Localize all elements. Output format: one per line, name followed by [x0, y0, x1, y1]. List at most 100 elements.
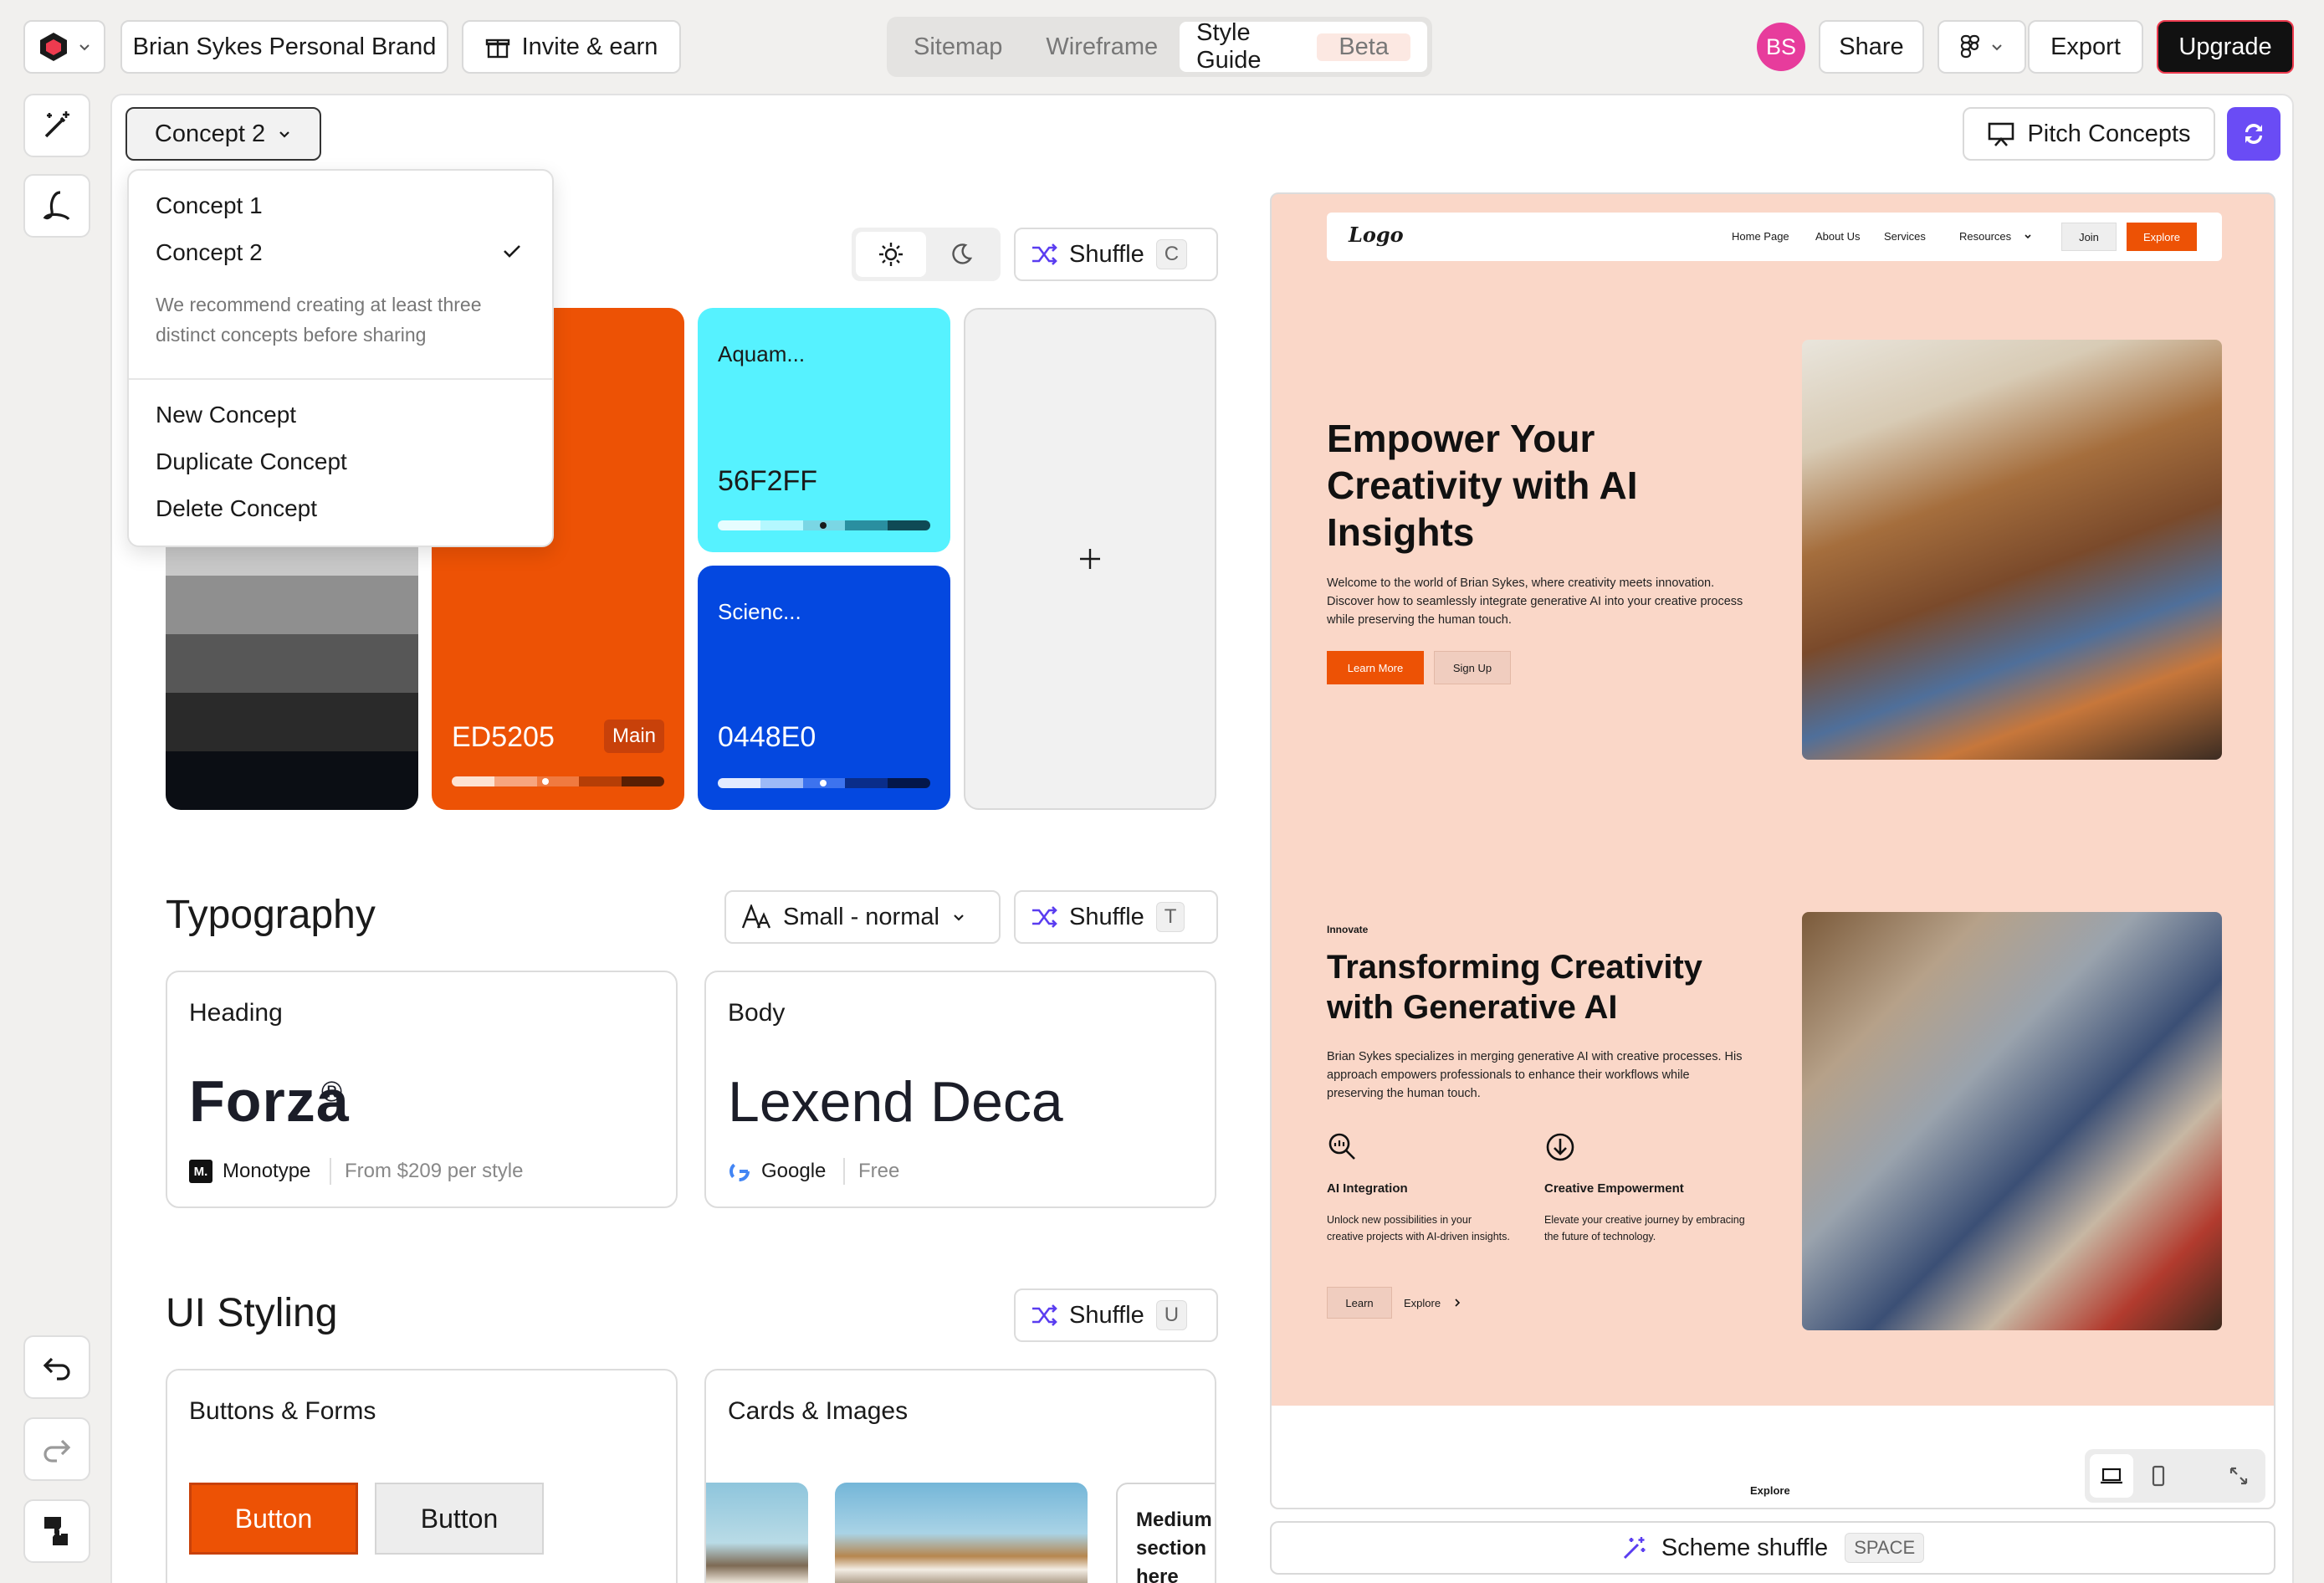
- preview-learn-label: Learn: [1345, 1296, 1374, 1309]
- preview-logo: Logo: [1349, 223, 1404, 247]
- tab-wireframe[interactable]: Wireframe: [1024, 33, 1180, 61]
- undo-button[interactable]: [23, 1335, 90, 1399]
- redo-icon: [44, 1439, 71, 1463]
- mobile-view-button[interactable]: [2137, 1454, 2180, 1498]
- preview-explore-link[interactable]: Explore: [1404, 1297, 1441, 1309]
- preview-sign-up-button[interactable]: Sign Up: [1434, 651, 1511, 684]
- heading-price: From $209 per style: [345, 1160, 524, 1182]
- heading-font-mark: ®: [321, 1076, 343, 1108]
- heading-font-card[interactable]: Heading Forza ® M. Monotype From $209 pe…: [166, 971, 678, 1208]
- sample-secondary-button[interactable]: Button: [375, 1483, 544, 1555]
- undo-icon: [43, 1357, 70, 1381]
- concept-select-value: Concept 2: [154, 120, 266, 147]
- preview-sign-up-label: Sign Up: [1452, 661, 1492, 674]
- aqua-hex: 56F2FF: [718, 465, 818, 497]
- sample-primary-button[interactable]: Button: [189, 1483, 358, 1555]
- sun-icon: [879, 243, 903, 266]
- invite-label: Invite & earn: [521, 33, 658, 60]
- aqua-shade-bar: [718, 520, 930, 530]
- main-badge: Main: [604, 720, 665, 753]
- chevron-down-icon: [954, 914, 964, 921]
- preview-explore-button[interactable]: Explore: [2127, 223, 2197, 251]
- preview-learn-button[interactable]: Learn: [1327, 1287, 1392, 1319]
- cube-logo-icon: [40, 33, 67, 61]
- body-font-name: Lexend Deca: [728, 1070, 1063, 1134]
- project-name-button[interactable]: Brian Sykes Personal Brand: [120, 20, 448, 74]
- buttons-forms-card[interactable]: Buttons & Forms Button Button: [166, 1369, 678, 1583]
- shuffle-icon: [1032, 1304, 1057, 1326]
- menu-item-concept-1[interactable]: Concept 1: [156, 192, 263, 219]
- scheme-shuffle-key: SPACE: [1845, 1533, 1925, 1563]
- redo-button[interactable]: [23, 1417, 90, 1481]
- preview-navbar: Logo Home Page About Us Services Resourc…: [1327, 213, 2222, 261]
- refresh-icon: [2245, 124, 2262, 144]
- fullscreen-button[interactable]: [2217, 1454, 2260, 1498]
- aquamarine-swatch[interactable]: Aquam... 56F2FF: [698, 308, 950, 552]
- pitch-label: Pitch Concepts: [2027, 120, 2191, 147]
- upgrade-button[interactable]: Upgrade: [2157, 20, 2294, 74]
- cards-images-card[interactable]: Cards & Images Medium section here: [704, 1369, 1216, 1583]
- magnify-chart-icon: [1328, 1133, 1355, 1160]
- preview-section-image: [1802, 912, 2222, 1330]
- preview-nav-resources[interactable]: Resources: [1959, 230, 2011, 243]
- chevron-down-icon: [2025, 234, 2031, 239]
- sample-image-mountain: [835, 1483, 1088, 1583]
- ui-styling-title: UI Styling: [166, 1291, 338, 1335]
- tab-style-guide[interactable]: Style Guide Beta: [1180, 19, 1427, 74]
- scheme-shuffle-button[interactable]: Scheme shuffle SPACE: [1270, 1521, 2275, 1575]
- desktop-view-button[interactable]: [2090, 1454, 2133, 1498]
- delete-concept-item[interactable]: Delete Concept: [156, 495, 317, 522]
- regenerate-button[interactable]: [2227, 107, 2280, 161]
- preview-nav-about[interactable]: About Us: [1815, 230, 1860, 243]
- type-size-select[interactable]: Small - normal: [724, 890, 1001, 944]
- chevron-down-icon: [279, 131, 289, 138]
- typography-tool-button[interactable]: [23, 174, 90, 238]
- dark-mode-button[interactable]: [926, 232, 996, 277]
- download-circle-icon: [1546, 1133, 1574, 1161]
- magic-edit-button[interactable]: [23, 94, 90, 157]
- ui-shuffle-key: U: [1155, 1300, 1188, 1330]
- preview-hero-title: Empower Your Creativity with AI Insights: [1327, 417, 1638, 554]
- duplicate-concept-item[interactable]: Duplicate Concept: [156, 448, 347, 475]
- checkmark-icon: [504, 245, 520, 258]
- typography-shuffle-label: Shuffle: [1069, 903, 1144, 930]
- light-mode-button[interactable]: [856, 232, 926, 277]
- upgrade-label: Upgrade: [2178, 33, 2272, 60]
- preview-learn-more-button[interactable]: Learn More: [1327, 651, 1424, 684]
- preview-nav-home[interactable]: Home Page: [1732, 230, 1789, 243]
- science-blue-swatch[interactable]: Scienc... 0448E0: [698, 566, 950, 810]
- view-tabs: Sitemap Wireframe Style Guide Beta: [887, 17, 1432, 77]
- pitch-concepts-button[interactable]: Pitch Concepts: [1963, 107, 2215, 161]
- feedback-button[interactable]: [23, 1499, 90, 1563]
- concept-select[interactable]: Concept 2: [125, 107, 321, 161]
- preview-nav-services[interactable]: Services: [1884, 230, 1926, 243]
- menu-item-concept-2[interactable]: Concept 2: [156, 239, 263, 266]
- ui-shuffle-label: Shuffle: [1069, 1301, 1144, 1329]
- preview-join-button[interactable]: Join: [2061, 223, 2117, 251]
- app-menu-button[interactable]: [23, 20, 105, 74]
- sample-primary-label: Button: [234, 1503, 313, 1534]
- preview-explore-label: Explore: [2142, 230, 2181, 243]
- avatar[interactable]: BS: [1757, 23, 1805, 71]
- typography-shuffle-button[interactable]: Shuffle T: [1014, 890, 1218, 944]
- menu-divider: [129, 378, 552, 380]
- figma-export-button[interactable]: [1938, 20, 2026, 74]
- sample-card-text: Medium section here: [1136, 1509, 1212, 1583]
- export-button[interactable]: Export: [2028, 20, 2143, 74]
- add-color-button[interactable]: [964, 308, 1216, 810]
- magic-wand-icon: [1623, 1537, 1646, 1560]
- ui-shuffle-button[interactable]: Shuffle U: [1014, 1288, 1218, 1342]
- invite-button[interactable]: Invite & earn: [462, 20, 681, 74]
- science-shade-bar: [718, 778, 930, 788]
- tab-sitemap[interactable]: Sitemap: [892, 33, 1024, 61]
- body-font-card[interactable]: Body Lexend Deca Google Free: [704, 971, 1216, 1208]
- color-shuffle-button[interactable]: Shuffle C: [1014, 228, 1218, 281]
- shuffle-icon: [1032, 906, 1057, 928]
- new-concept-item[interactable]: New Concept: [156, 402, 296, 428]
- share-button[interactable]: Share: [1819, 20, 1924, 74]
- preview-feature2-title: Creative Empowerment: [1544, 1181, 1684, 1196]
- science-hex: 0448E0: [718, 721, 816, 753]
- website-preview: Logo Home Page About Us Services Resourc…: [1270, 192, 2275, 1509]
- beta-badge: Beta: [1317, 33, 1410, 61]
- chevron-down-icon: [79, 44, 90, 51]
